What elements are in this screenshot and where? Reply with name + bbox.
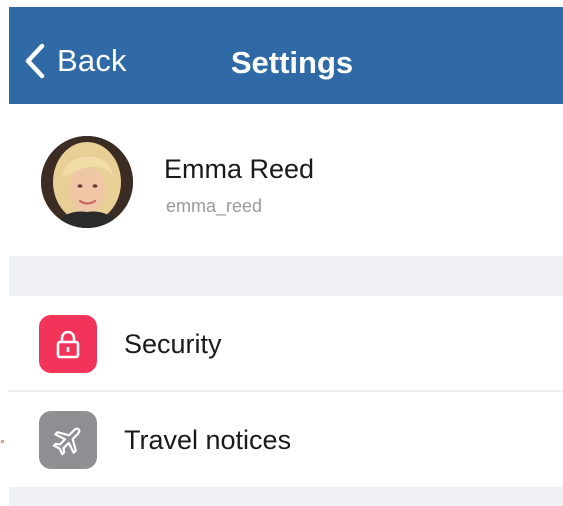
stray-mark <box>1 440 4 443</box>
profile-name: Emma Reed <box>164 154 315 184</box>
page-title: Settings <box>230 45 354 80</box>
settings-screen: Back Settings Emma Reed emma_reed Securi… <box>0 0 563 506</box>
avatar <box>41 136 133 228</box>
section-separator <box>9 487 563 506</box>
left-edge <box>0 0 9 506</box>
airplane-icon <box>52 427 81 456</box>
travel-icon-tile <box>39 411 97 469</box>
profile-username: emma_reed <box>166 196 263 216</box>
settings-item-travel-notices[interactable]: Travel notices <box>9 392 563 487</box>
security-icon-tile <box>39 315 97 373</box>
top-edge <box>0 0 563 7</box>
settings-item-security[interactable]: Security <box>9 296 563 391</box>
avatar-image <box>41 136 133 228</box>
navigation-bar: Back Settings <box>9 7 563 104</box>
settings-item-label: Security <box>124 329 222 359</box>
section-separator <box>9 256 563 296</box>
profile-card[interactable]: Emma Reed emma_reed <box>9 104 563 256</box>
lock-icon <box>56 330 80 359</box>
settings-item-label: Travel notices <box>124 425 292 455</box>
